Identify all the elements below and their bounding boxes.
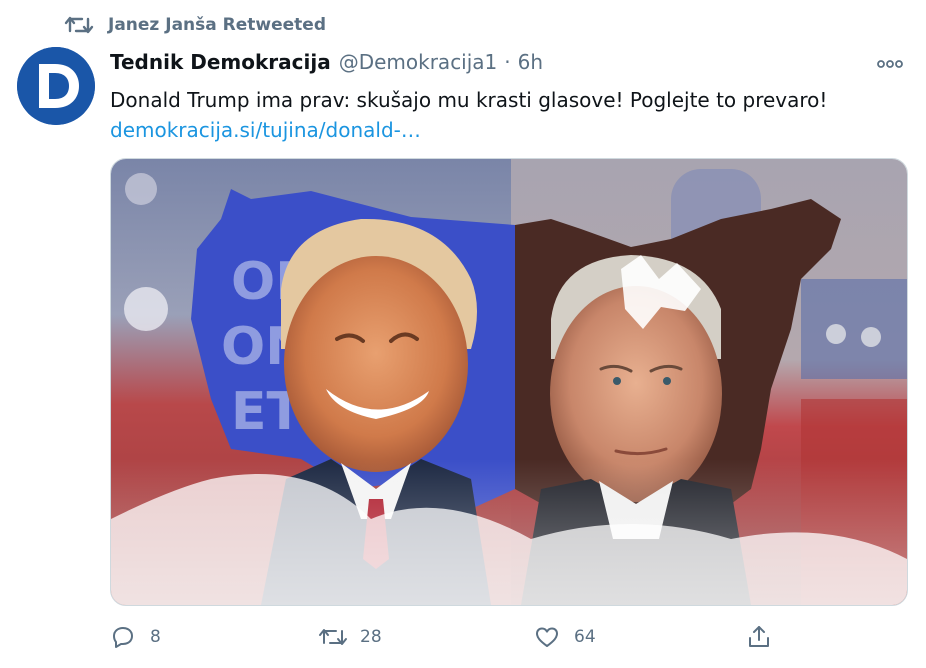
tweet-media-image[interactable]: OINTS ONC ETT — [110, 158, 908, 606]
retweet-icon — [318, 622, 348, 652]
like-button[interactable]: 64 — [532, 617, 596, 657]
tweet-header: Tednik Demokracija @Demokracija1 · 6h — [110, 50, 543, 74]
separator-dot: · — [504, 50, 511, 74]
retweet-context-label: Janez Janša Retweeted — [108, 15, 326, 35]
tweet-time[interactable]: 6h — [518, 50, 543, 74]
reply-icon — [108, 622, 138, 652]
demokracija-logo-icon — [17, 47, 95, 125]
author-handle[interactable]: @Demokracija1 — [339, 50, 498, 74]
retweet-icon — [64, 12, 94, 38]
heart-icon — [532, 622, 562, 652]
avatar[interactable] — [17, 47, 95, 125]
retweet-count: 28 — [360, 627, 382, 647]
trump-biden-usa-map-photo: OINTS ONC ETT — [111, 159, 907, 605]
like-count: 64 — [574, 627, 596, 647]
tweet-action-bar: 8 28 64 — [108, 617, 788, 657]
more-options-icon — [877, 60, 903, 68]
tweet-link[interactable]: demokracija.si/tujina/donald-… — [110, 116, 421, 144]
share-button[interactable] — [744, 617, 786, 657]
author-name[interactable]: Tednik Demokracija — [110, 50, 331, 74]
tweet-text: Donald Trump ima prav: skušajo mu krasti… — [110, 88, 828, 112]
reply-count: 8 — [150, 627, 161, 647]
retweet-button[interactable]: 28 — [318, 617, 382, 657]
reply-button[interactable]: 8 — [108, 617, 161, 657]
more-options-button[interactable] — [868, 48, 912, 80]
retweet-context[interactable]: Janez Janša Retweeted — [64, 12, 326, 38]
share-icon — [744, 622, 774, 652]
